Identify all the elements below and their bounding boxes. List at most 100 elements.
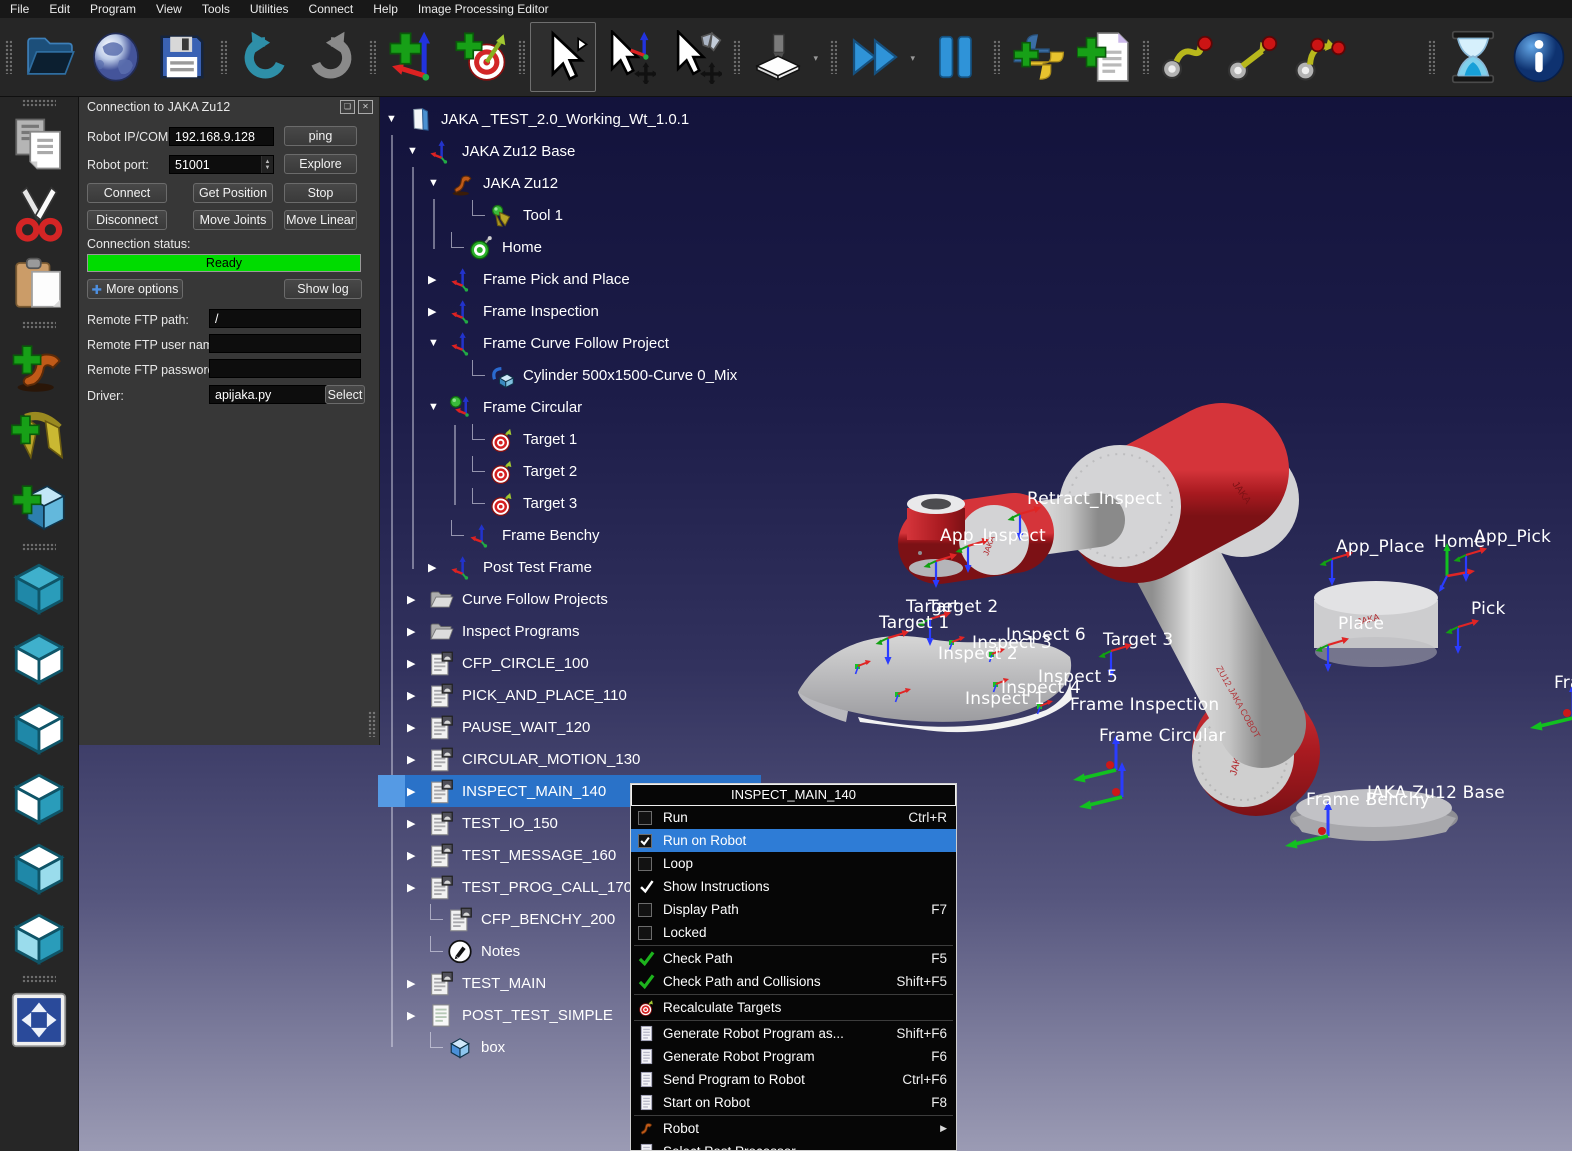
- disconnect-button[interactable]: Disconnect: [87, 210, 167, 230]
- tree-item-target-1[interactable]: Target 1: [378, 423, 803, 455]
- ftp-path-input[interactable]: [209, 309, 361, 328]
- cut-button[interactable]: [7, 183, 71, 245]
- menu-item-check-path[interactable]: Check PathF5: [631, 947, 956, 970]
- add-program-button[interactable]: [1071, 22, 1137, 92]
- machining-project-button[interactable]: ▾: [745, 22, 811, 92]
- viewport-label-pick[interactable]: Pick: [1471, 599, 1506, 619]
- more-options-button[interactable]: ✚ More options: [87, 279, 183, 299]
- info-button[interactable]: [1506, 22, 1572, 92]
- connect-button[interactable]: Connect: [87, 183, 167, 203]
- tree-expand-icon[interactable]: ▶: [428, 273, 449, 286]
- view-isometric-button[interactable]: [7, 557, 71, 619]
- menu-item-locked[interactable]: Locked: [631, 921, 956, 944]
- viewport-label-fra[interactable]: Fra: [1554, 673, 1572, 693]
- tree-expand-icon[interactable]: ▼: [407, 145, 428, 157]
- tree-item-target-3[interactable]: Target 3: [378, 487, 803, 519]
- menu-item-check-path-and-collisions[interactable]: Check Path and CollisionsShift+F5: [631, 970, 956, 993]
- menu-item-send-program-to-robot[interactable]: Send Program to RobotCtrl+F6: [631, 1068, 956, 1091]
- robot-ip-input[interactable]: [169, 127, 274, 146]
- ping-button[interactable]: ping: [284, 126, 357, 146]
- tree-item-cylinder-500x1500-curve-0-mix[interactable]: Cylinder 500x1500-Curve 0_Mix: [378, 359, 803, 391]
- tree-expand-icon[interactable]: ▶: [428, 561, 449, 574]
- tree-item-frame-curve-follow-project[interactable]: ▼Frame Curve Follow Project: [378, 327, 782, 359]
- fit-to-screen-button[interactable]: [7, 989, 71, 1051]
- frame-triad-icon[interactable]: [1314, 631, 1354, 680]
- paste-button[interactable]: [7, 253, 71, 315]
- view-back-button[interactable]: [7, 837, 71, 899]
- menu-item-show-instructions[interactable]: Show Instructions: [631, 875, 956, 898]
- driver-input[interactable]: [209, 385, 327, 404]
- save-button[interactable]: [149, 22, 215, 92]
- viewport-label-retract-inspect[interactable]: Retract_Inspect: [1027, 489, 1162, 509]
- tree-item-circular-motion-130[interactable]: ▶CIRCULAR_MOTION_130: [378, 743, 761, 775]
- tree-expand-icon[interactable]: ▶: [407, 721, 428, 734]
- tree-item-curve-follow-projects[interactable]: ▶Curve Follow Projects: [378, 583, 761, 615]
- tree-item-frame-pick-and-place[interactable]: ▶Frame Pick and Place: [378, 263, 782, 295]
- undo-button[interactable]: [232, 22, 298, 92]
- explore-button[interactable]: Explore: [284, 154, 357, 174]
- move-tool-cursor-button[interactable]: [662, 22, 728, 92]
- menu-item-robot[interactable]: Robot▶: [631, 1117, 956, 1140]
- view-front-button[interactable]: [7, 697, 71, 759]
- add-reference-frame-button[interactable]: [381, 22, 447, 92]
- viewport-label-jaka-zu12-base[interactable]: JAKA Zu12 Base: [1367, 783, 1505, 803]
- tree-expand-icon[interactable]: ▶: [407, 849, 428, 862]
- menu-item-connect[interactable]: Connect: [299, 2, 364, 16]
- get-position-button[interactable]: Get Position: [193, 183, 273, 203]
- menu-item-image-processing-editor[interactable]: Image Processing Editor: [408, 2, 559, 16]
- tree-item-target-2[interactable]: Target 2: [378, 455, 803, 487]
- checkbox-icon[interactable]: [638, 857, 652, 871]
- copy-button[interactable]: [7, 113, 71, 175]
- tree-expand-icon[interactable]: ▶: [428, 305, 449, 318]
- checkbox-checked-icon[interactable]: [638, 834, 652, 848]
- menu-item-view[interactable]: View: [146, 2, 192, 16]
- tree-expand-icon[interactable]: ▶: [407, 817, 428, 830]
- ftp-user-input[interactable]: [209, 334, 361, 353]
- checkbox-icon[interactable]: [638, 811, 652, 825]
- fast-simulation-button[interactable]: ▾: [842, 22, 908, 92]
- tree-item-home[interactable]: Home: [378, 231, 782, 263]
- menu-item-file[interactable]: File: [0, 2, 39, 16]
- menu-item-run[interactable]: RunCtrl+R: [631, 806, 956, 829]
- tree-item-frame-circular[interactable]: ▼Frame Circular: [378, 391, 782, 423]
- viewport-label-target-3[interactable]: Target 3: [1103, 630, 1173, 650]
- tree-expand-icon[interactable]: ▶: [407, 785, 428, 798]
- move-joint-instruction-button[interactable]: [1154, 22, 1220, 92]
- menu-item-generate-robot-program[interactable]: Generate Robot ProgramF6: [631, 1045, 956, 1068]
- tree-expand-icon[interactable]: ▼: [428, 401, 449, 413]
- stop-button[interactable]: Stop: [284, 183, 357, 203]
- menu-item-recalculate-targets[interactable]: Recalculate Targets: [631, 996, 956, 1019]
- tree-expand-icon[interactable]: ▼: [428, 337, 449, 349]
- busy-indicator[interactable]: [1440, 22, 1506, 92]
- menu-item-tools[interactable]: Tools: [192, 2, 240, 16]
- menu-item-start-on-robot[interactable]: Start on RobotF8: [631, 1091, 956, 1114]
- move-linear-instruction-button[interactable]: [1220, 22, 1286, 92]
- ftp-password-input[interactable]: [209, 359, 361, 378]
- viewport-label-app-place[interactable]: App_Place: [1336, 537, 1425, 557]
- float-panel-icon[interactable]: ❏: [340, 100, 355, 114]
- tree-item-jaka-zu12-base[interactable]: ▼JAKA Zu12 Base: [378, 135, 761, 167]
- tree-item-post-test-frame[interactable]: ▶Post Test Frame: [378, 551, 782, 583]
- tree-expand-icon[interactable]: ▶: [407, 625, 428, 638]
- tree-item-frame-benchy[interactable]: Frame Benchy: [378, 519, 782, 551]
- frame-triad-icon[interactable]: [1076, 761, 1140, 822]
- viewport-label-app-pick[interactable]: App_Pick: [1474, 527, 1551, 547]
- tree-item-tool-1[interactable]: Tool 1: [378, 199, 803, 231]
- tree-expand-icon[interactable]: ▶: [407, 689, 428, 702]
- menu-item-display-path[interactable]: Display PathF7: [631, 898, 956, 921]
- tree-expand-icon[interactable]: ▶: [407, 753, 428, 766]
- tree-expand-icon[interactable]: ▼: [386, 113, 407, 125]
- view-side-button[interactable]: [7, 767, 71, 829]
- tree-item-jaka-zu12[interactable]: ▼JAKA Zu12: [378, 167, 782, 199]
- tree-expand-icon[interactable]: ▶: [407, 1009, 428, 1022]
- view-top-button[interactable]: [7, 627, 71, 689]
- robot-port-input[interactable]: [170, 156, 261, 173]
- menu-item-utilities[interactable]: Utilities: [240, 2, 299, 16]
- view-bottom-button[interactable]: [7, 907, 71, 969]
- tree-item-pick-and-place-110[interactable]: ▶PICK_AND_PLACE_110: [378, 679, 761, 711]
- open-library-button[interactable]: [83, 22, 149, 92]
- open-button[interactable]: [17, 22, 83, 92]
- frame-triad-icon[interactable]: [1444, 613, 1484, 662]
- tree-expand-icon[interactable]: ▶: [407, 977, 428, 990]
- driver-select-button[interactable]: Select: [325, 385, 365, 404]
